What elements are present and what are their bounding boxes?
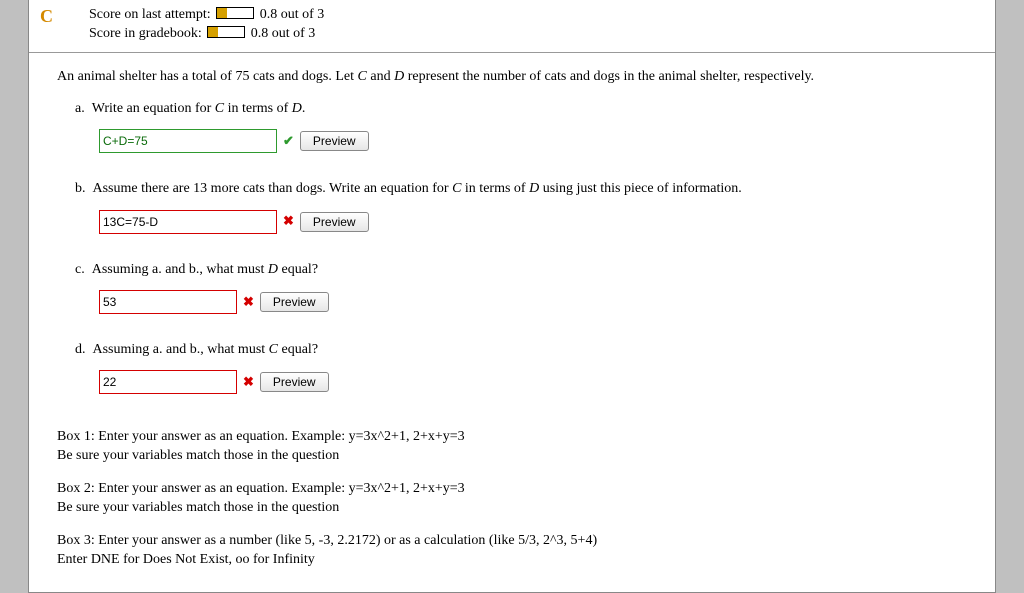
part-c-tail: equal? xyxy=(278,262,318,277)
score-last-bar-fill xyxy=(217,8,227,18)
score-book-value: 0.8 out of 3 xyxy=(251,26,316,41)
prompt-tail: represent the number of cats and dogs in… xyxy=(404,69,814,84)
part-b-text: Assume there are 13 more cats than dogs.… xyxy=(93,181,742,196)
part-b-tail: using just this piece of information. xyxy=(539,181,742,196)
question-prompt: An animal shelter has a total of 75 cats… xyxy=(57,67,975,87)
part-c-preview-button[interactable]: Preview xyxy=(260,292,329,312)
prompt-c: C xyxy=(358,69,367,84)
parts-list: a. Write an equation for C in terms of D… xyxy=(57,99,975,394)
score-book-bar-fill xyxy=(208,27,218,37)
hint-3a: Box 3: Enter your answer as a number (li… xyxy=(57,533,597,548)
part-a-answer-input[interactable] xyxy=(99,129,277,153)
part-c-text: Assuming a. and b., what must D equal? xyxy=(92,262,318,277)
part-a: a. Write an equation for C in terms of D… xyxy=(75,99,975,153)
hint-1: Box 1: Enter your answer as an equation.… xyxy=(57,428,975,466)
part-a-mid: in terms of xyxy=(224,101,292,116)
part-d-tail: equal? xyxy=(278,342,318,357)
part-c-d: D xyxy=(268,262,278,277)
part-b-preview-button[interactable]: Preview xyxy=(300,212,369,232)
prompt-lead: An animal shelter has a total of 75 cats… xyxy=(57,69,358,84)
part-a-tail: . xyxy=(302,101,306,116)
part-d-answer-input[interactable] xyxy=(99,370,237,394)
cross-icon: ✖ xyxy=(243,293,254,312)
part-a-d: D xyxy=(292,101,302,116)
page-outer: C Score on last attempt: 0.8 out of 3 Sc… xyxy=(0,0,1024,593)
part-d-lead: Assuming a. and b., what must xyxy=(93,342,269,357)
score-book-label: Score in gradebook: xyxy=(89,26,202,41)
part-d-preview-button[interactable]: Preview xyxy=(260,372,329,392)
check-icon: ✔ xyxy=(283,132,294,151)
part-b-lead: Assume there are 13 more cats than dogs.… xyxy=(93,181,453,196)
score-last-label: Score on last attempt: xyxy=(89,7,211,22)
score-book-row: Score in gradebook: 0.8 out of 3 xyxy=(89,25,983,44)
part-c-answer-line: ✖ Preview xyxy=(99,290,975,314)
part-a-text: Write an equation for C in terms of D. xyxy=(92,101,306,116)
question-panel: C Score on last attempt: 0.8 out of 3 Sc… xyxy=(28,0,996,593)
score-last-row: Score on last attempt: 0.8 out of 3 xyxy=(89,6,983,25)
reload-icon[interactable]: C xyxy=(40,6,53,27)
score-book-bar xyxy=(207,26,245,38)
part-b-mid: in terms of xyxy=(461,181,529,196)
part-a-letter: a. xyxy=(75,101,85,116)
part-d-c-var: C xyxy=(269,342,278,357)
hint-2b: Be sure your variables match those in th… xyxy=(57,500,339,515)
part-b-answer-line: ✖ Preview xyxy=(99,210,975,234)
part-d-letter: d. xyxy=(75,342,86,357)
part-a-answer-line: ✔ Preview xyxy=(99,129,975,153)
part-a-c: C xyxy=(215,101,224,116)
hint-1b: Be sure your variables match those in th… xyxy=(57,448,339,463)
prompt-mid1: and xyxy=(367,69,394,84)
score-last-bar xyxy=(216,7,254,19)
part-a-preview-button[interactable]: Preview xyxy=(300,131,369,151)
part-d: d. Assuming a. and b., what must C equal… xyxy=(75,340,975,394)
hint-1a: Box 1: Enter your answer as an equation.… xyxy=(57,429,465,444)
cross-icon: ✖ xyxy=(283,212,294,231)
part-c-letter: c. xyxy=(75,262,85,277)
prompt-d: D xyxy=(394,69,404,84)
part-d-answer-line: ✖ Preview xyxy=(99,370,975,394)
hint-3b: Enter DNE for Does Not Exist, oo for Inf… xyxy=(57,552,315,567)
part-c: c. Assuming a. and b., what must D equal… xyxy=(75,260,975,314)
part-b: b. Assume there are 13 more cats than do… xyxy=(75,179,975,233)
question-body: An animal shelter has a total of 75 cats… xyxy=(29,53,995,428)
score-last-value: 0.8 out of 3 xyxy=(260,7,325,22)
part-b-letter: b. xyxy=(75,181,86,196)
cross-icon: ✖ xyxy=(243,373,254,392)
score-block: Score on last attempt: 0.8 out of 3 Scor… xyxy=(29,0,995,53)
part-a-lead: Write an equation for xyxy=(92,101,215,116)
part-d-text: Assuming a. and b., what must C equal? xyxy=(93,342,319,357)
hint-2: Box 2: Enter your answer as an equation.… xyxy=(57,480,975,518)
hint-2a: Box 2: Enter your answer as an equation.… xyxy=(57,481,465,496)
part-c-lead: Assuming a. and b., what must xyxy=(92,262,268,277)
hints-block: Box 1: Enter your answer as an equation.… xyxy=(29,428,995,591)
part-b-answer-input[interactable] xyxy=(99,210,277,234)
part-b-d: D xyxy=(529,181,539,196)
part-c-answer-input[interactable] xyxy=(99,290,237,314)
hint-3: Box 3: Enter your answer as a number (li… xyxy=(57,532,975,570)
